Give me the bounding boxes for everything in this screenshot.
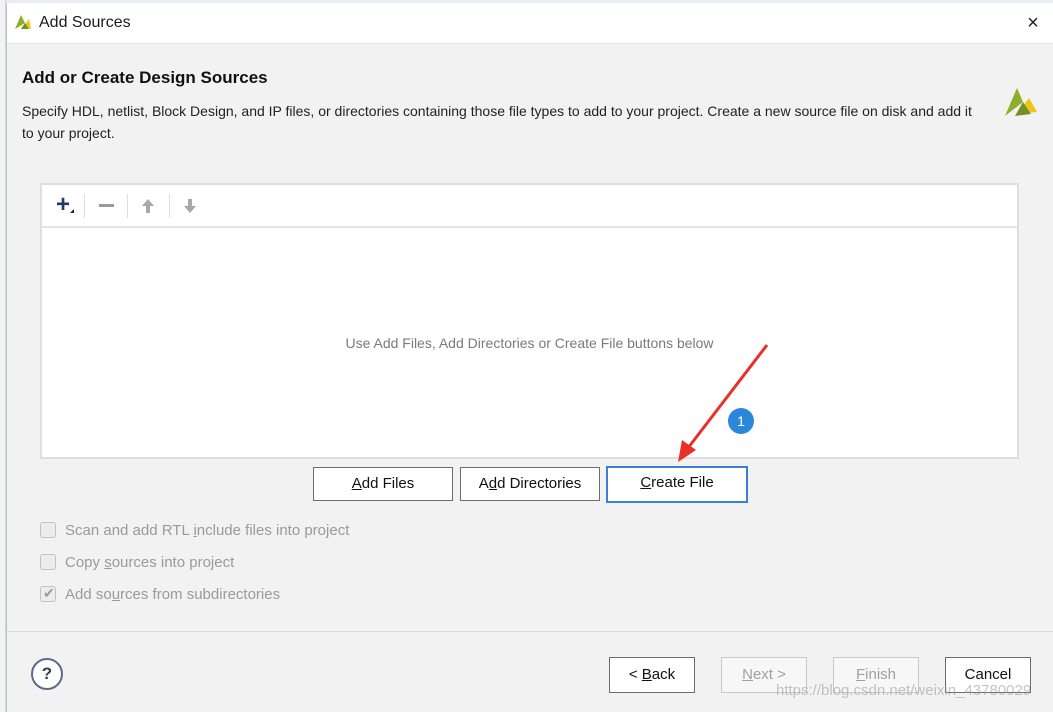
checkbox-box[interactable] bbox=[40, 522, 56, 538]
page-heading: Add or Create Design Sources bbox=[22, 68, 268, 87]
move-down-icon[interactable] bbox=[177, 193, 203, 219]
checkbox-box[interactable]: ✔ bbox=[40, 585, 56, 602]
toolbar-separator bbox=[84, 194, 85, 218]
button-label: inish bbox=[865, 666, 897, 683]
vivado-logo-icon bbox=[1005, 88, 1037, 116]
source-file-list[interactable]: + Use Add Files, Add Directories or Crea… bbox=[40, 183, 1019, 459]
mnemonic: F bbox=[855, 666, 866, 683]
add-directories-button[interactable]: Add Directories bbox=[460, 467, 600, 501]
remove-icon[interactable] bbox=[93, 193, 119, 219]
button-label: ext > bbox=[752, 666, 786, 683]
checkbox-label: Scan and add RTL include files into proj… bbox=[65, 522, 350, 539]
dropdown-corner-icon bbox=[70, 209, 74, 213]
button-label: < bbox=[628, 666, 642, 683]
move-up-icon[interactable] bbox=[135, 193, 161, 219]
button-label: d Directories bbox=[497, 475, 582, 492]
add-sources-dialog: Add Sources × Add or Create Design Sourc… bbox=[6, 3, 1053, 712]
toolbar-separator bbox=[169, 194, 170, 218]
help-icon[interactable]: ? bbox=[31, 658, 63, 690]
arrow-up-icon bbox=[142, 199, 154, 213]
back-button[interactable]: < Back bbox=[609, 657, 695, 693]
file-list-toolbar: + bbox=[42, 185, 1017, 228]
toolbar-separator bbox=[127, 194, 128, 218]
button-label: A bbox=[478, 475, 489, 492]
button-label: ack bbox=[651, 666, 676, 683]
mnemonic: A bbox=[351, 475, 362, 492]
empty-list-message: Use Add Files, Add Directories or Create… bbox=[345, 335, 714, 351]
vivado-logo-icon bbox=[15, 15, 31, 29]
dialog-header: Add or Create Design Sources Specify HDL… bbox=[7, 44, 1053, 141]
arrow-down-icon bbox=[184, 199, 196, 213]
footer-divider bbox=[7, 631, 1053, 632]
mnemonic: N bbox=[742, 666, 753, 683]
page-description: Specify HDL, netlist, Block Design, and … bbox=[22, 103, 972, 141]
mnemonic: C bbox=[640, 474, 652, 491]
remove-glyph bbox=[98, 204, 114, 208]
add-icon[interactable]: + bbox=[50, 193, 76, 219]
checkbox-box[interactable] bbox=[40, 554, 56, 570]
mnemonic: d bbox=[488, 475, 498, 492]
title-bar[interactable]: Add Sources × bbox=[7, 3, 1053, 44]
mnemonic: B bbox=[641, 666, 652, 683]
button-label: reate File bbox=[651, 474, 714, 491]
annotation-step-badge: 1 bbox=[728, 408, 754, 434]
check-icon: ✔ bbox=[43, 585, 55, 601]
checkbox-label: Copy sources into project bbox=[65, 554, 235, 571]
window-title: Add Sources bbox=[39, 14, 131, 31]
add-glyph: + bbox=[55, 191, 70, 218]
create-file-button[interactable]: Create File bbox=[606, 466, 748, 503]
close-icon[interactable]: × bbox=[1022, 12, 1044, 34]
checkbox-label: Add sources from subdirectories bbox=[65, 586, 281, 603]
button-label: dd Files bbox=[361, 475, 415, 492]
add-files-button[interactable]: Add Files bbox=[313, 467, 453, 501]
watermark: https://blog.csdn.net/weixin_43780029 bbox=[776, 682, 1032, 699]
